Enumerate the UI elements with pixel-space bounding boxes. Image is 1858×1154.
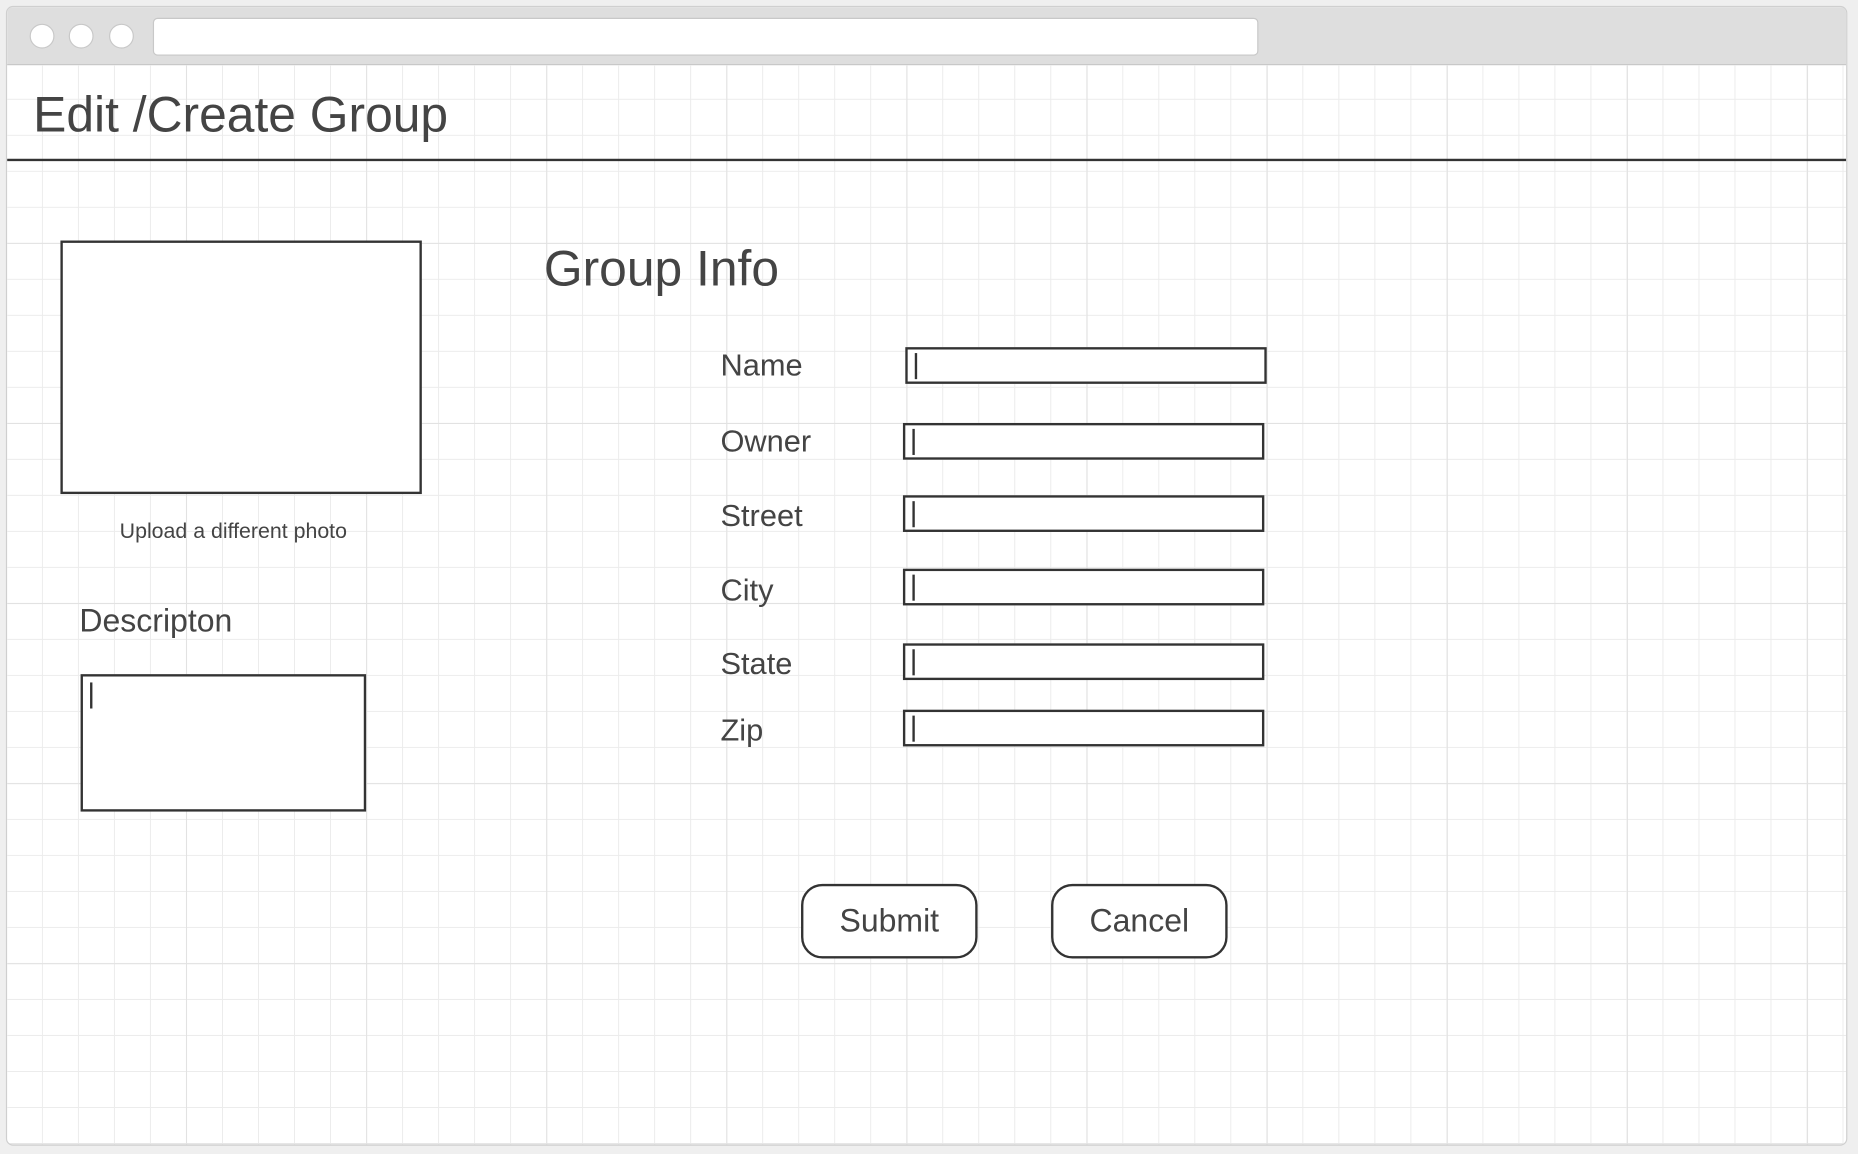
owner-label: Owner [720, 422, 812, 459]
browser-toolbar [7, 7, 1847, 66]
description-textarea[interactable] [80, 674, 367, 812]
city-input[interactable] [902, 568, 1265, 606]
description-label: Descripton [79, 603, 233, 639]
window-minimize-button[interactable] [68, 23, 94, 49]
name-label: Name [720, 347, 803, 383]
submit-button[interactable]: Submit [801, 883, 978, 959]
city-label: City [720, 572, 774, 608]
address-bar[interactable] [152, 17, 1259, 56]
header-divider [7, 158, 1847, 162]
text-cursor [912, 649, 915, 676]
zip-input[interactable] [902, 709, 1265, 747]
text-cursor [90, 682, 93, 709]
text-cursor [912, 574, 915, 601]
cancel-button[interactable]: Cancel [1051, 883, 1228, 959]
text-cursor [914, 353, 918, 380]
page-title: Edit /Create Group [33, 86, 449, 143]
street-label: Street [720, 497, 803, 534]
state-input[interactable] [902, 643, 1265, 681]
text-cursor [912, 715, 915, 742]
text-cursor [912, 428, 915, 455]
page-content: Edit /Create Group Upload a different ph… [7, 65, 1847, 1145]
browser-window: Edit /Create Group Upload a different ph… [5, 5, 1848, 1146]
photo-placeholder [60, 240, 422, 495]
window-maximize-button[interactable] [109, 23, 134, 49]
text-cursor [912, 501, 915, 528]
group-info-heading: Group Info [543, 240, 780, 297]
zip-label: Zip [720, 712, 764, 748]
upload-photo-link[interactable]: Upload a different photo [120, 519, 347, 544]
window-close-button[interactable] [29, 23, 55, 49]
name-input[interactable] [905, 347, 1267, 384]
state-label: State [720, 645, 793, 682]
owner-input[interactable] [902, 422, 1265, 460]
street-input[interactable] [902, 495, 1265, 532]
